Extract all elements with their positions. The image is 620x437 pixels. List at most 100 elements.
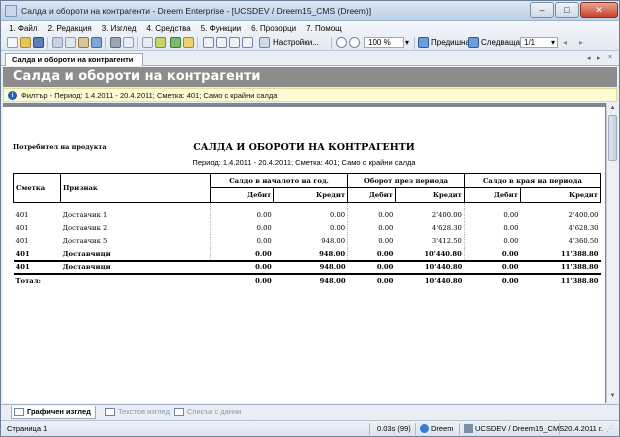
- status-bar: Страница 1 0.03s (99) Dreem UCSDEV / Dre…: [1, 420, 619, 436]
- resize-grip-icon[interactable]: ⋰: [606, 424, 614, 433]
- zoom-out-icon[interactable]: [349, 37, 360, 48]
- cell-closing-credit: 11'388.80: [560, 249, 599, 258]
- col-opening-credit: Кредит: [273, 187, 348, 203]
- database-icon: [464, 424, 473, 433]
- save-icon[interactable]: [33, 37, 44, 48]
- cell-opening-credit: 948.00: [321, 237, 346, 245]
- total-label: Тотал:: [13, 272, 211, 287]
- cell-turnover-debit: 0.00: [347, 208, 396, 222]
- grid-icon[interactable]: [242, 37, 253, 48]
- filter-bar: i Филтър - Период: 1.4.2011 - 20.4.2011;…: [3, 88, 617, 102]
- scroll-up-icon[interactable]: ▲: [608, 104, 617, 113]
- scroll-down-icon[interactable]: ▼: [608, 392, 617, 401]
- tab-left-icon[interactable]: ◂: [587, 54, 591, 62]
- cell-opening-credit: 0.00: [329, 211, 346, 219]
- cell-name: Доставчици: [62, 249, 111, 258]
- cell-closing-debit: 0.00: [463, 208, 521, 222]
- cell-closing-debit: 0.00: [463, 221, 521, 235]
- zoom-in-icon[interactable]: [336, 37, 347, 48]
- cell-turnover-credit: 10'440.80: [424, 249, 462, 258]
- col-closing-debit: Дебит: [463, 187, 521, 203]
- status-page: Страница 1: [7, 424, 48, 433]
- data-list-icon: [174, 408, 184, 416]
- prev-page-icon[interactable]: [418, 37, 429, 48]
- cell-opening-debit: 0.00: [209, 208, 274, 222]
- subtotal-row: 401 Доставчици 0.00 948.00 0.00 10'440.8…: [14, 247, 601, 261]
- filter-icon[interactable]: [155, 37, 166, 48]
- print-icon[interactable]: [110, 37, 121, 48]
- cut-icon[interactable]: [52, 37, 63, 48]
- cell-opening-debit: 0.00: [210, 259, 274, 274]
- new-icon[interactable]: [7, 37, 18, 48]
- page-chevron-icon[interactable]: ▾: [551, 38, 555, 47]
- columns-icon[interactable]: [216, 37, 227, 48]
- arrow-left-icon[interactable]: ◂: [563, 38, 567, 47]
- cell-closing-credit: 4'360.50: [568, 237, 599, 245]
- maximize-button[interactable]: □: [555, 2, 579, 18]
- table-icon[interactable]: [142, 37, 153, 48]
- preview-icon[interactable]: [123, 37, 134, 48]
- cell-turnover-debit: 0.00: [347, 221, 396, 235]
- tab-text-view[interactable]: Текстов изглед: [103, 406, 170, 419]
- copy-icon[interactable]: [65, 37, 76, 48]
- chevron-down-icon[interactable]: ▾: [405, 38, 409, 47]
- total-opening-debit: 0.00: [210, 272, 274, 287]
- cell-opening-credit: 948.00: [273, 259, 348, 274]
- report-table: Сметка Признак Салдо в началото на год. …: [13, 173, 602, 287]
- layout-icon[interactable]: [203, 37, 214, 48]
- menu-help[interactable]: 7. Помощ: [304, 23, 344, 34]
- document-tab[interactable]: Салда и обороти на контрагенти: [5, 53, 143, 66]
- paste-icon[interactable]: [78, 37, 89, 48]
- report-heading: Салда и обороти на контрагенти: [3, 67, 617, 87]
- menu-tools[interactable]: 4. Средства: [144, 23, 192, 34]
- next-page-icon[interactable]: [468, 37, 479, 48]
- minimize-button[interactable]: –: [530, 2, 554, 18]
- tab-close-icon[interactable]: ×: [608, 54, 612, 61]
- zoom-value: 100 %: [368, 38, 391, 47]
- page-value: 1/1: [524, 38, 536, 47]
- tab-text-view-label: Текстов изглед: [118, 407, 170, 416]
- menu-edit[interactable]: 2. Редакция: [46, 23, 94, 34]
- menu-file[interactable]: 1. Файл: [7, 23, 40, 34]
- menu-view[interactable]: 3. Изглед: [100, 23, 139, 34]
- cell-closing-debit: 0.00: [463, 234, 521, 248]
- menu-functions[interactable]: 5. Функции: [199, 23, 243, 34]
- table-row: 401 Доставчик 1 0.00 0.00 0.00 2'400.00 …: [14, 208, 601, 222]
- cell-account: 401: [15, 211, 29, 219]
- tab-data-list[interactable]: Списък с данни: [172, 406, 241, 419]
- rows-icon[interactable]: [229, 37, 240, 48]
- tab-data-list-label: Списък с данни: [187, 407, 242, 416]
- cell-account: 401: [15, 249, 30, 258]
- page-title: Салда и обороти на контрагенти: [13, 69, 261, 84]
- report-title: САЛДА И ОБОРОТИ НА КОНТРАГЕНТИ: [193, 142, 415, 153]
- settings-icon[interactable]: [259, 37, 270, 48]
- cell-account: 401: [15, 224, 29, 232]
- zoom-select[interactable]: 100 %: [364, 37, 404, 48]
- toolbar-buttons: Настройки... 100 % ▾ Предишна Следваща 1…: [7, 37, 617, 51]
- cell-opening-debit: 0.00: [209, 221, 274, 235]
- next-page-button[interactable]: Следваща: [481, 38, 520, 47]
- total-opening-credit: 948.00: [273, 272, 348, 287]
- title-bar: Салда и обороти на контрагенти - Dreem E…: [1, 1, 619, 21]
- refresh-icon[interactable]: [170, 37, 181, 48]
- arrow-right-icon[interactable]: ▸: [579, 38, 583, 47]
- close-button[interactable]: ✕: [580, 2, 618, 18]
- tab-right-icon[interactable]: ▸: [597, 54, 601, 62]
- open-folder-icon[interactable]: [20, 37, 31, 48]
- scroll-thumb[interactable]: [608, 115, 617, 161]
- undo-icon[interactable]: [91, 37, 102, 48]
- tab-graphic-view[interactable]: Графичен изглед: [11, 406, 96, 419]
- prev-page-button[interactable]: Предишна: [431, 38, 470, 47]
- total-turnover-debit: 0.00: [347, 272, 396, 287]
- filter-text: Филтър - Период: 1.4.2011 - 20.4.2011; С…: [21, 91, 278, 100]
- settings-button[interactable]: Настройки...: [273, 38, 319, 47]
- total-closing-credit: 11'388.80: [520, 272, 601, 287]
- report-icon[interactable]: [183, 37, 194, 48]
- cell-name: Доставчик 1: [62, 211, 108, 219]
- total-row: Тотал: 0.00 948.00 0.00 10'440.80 0.00 1…: [13, 272, 601, 287]
- app-window: Салда и обороти на контрагенти - Dreem E…: [0, 0, 620, 437]
- vertical-scrollbar[interactable]: ▲ ▼: [606, 103, 617, 403]
- cell-turnover-credit: 10'440.80: [395, 259, 465, 274]
- menu-windows[interactable]: 6. Прозорци: [249, 23, 298, 34]
- cell-closing-credit: 4'628.30: [568, 224, 599, 232]
